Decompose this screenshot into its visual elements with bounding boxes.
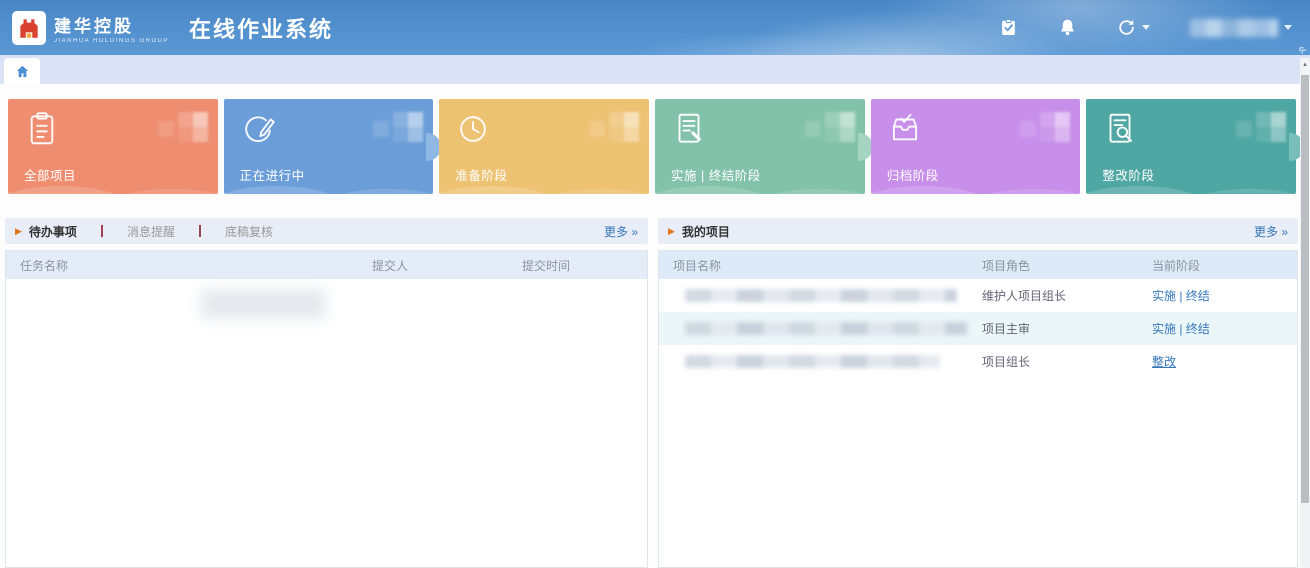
card-label: 准备阶段	[455, 165, 507, 184]
company-name: 建华控股	[54, 12, 169, 37]
projects-table: 项目名称 项目角色 当前阶段 维护人项目组长 实施 | 终结 项目主审 实施 |…	[658, 250, 1298, 568]
pencil-circle-icon	[239, 110, 277, 153]
card-preparation-phase[interactable]: 准备阶段	[439, 99, 649, 194]
home-icon	[15, 64, 30, 79]
censored-count	[609, 112, 639, 142]
censored-count	[825, 112, 855, 142]
scrollbar-thumb[interactable]	[1301, 75, 1309, 503]
refresh-group	[1117, 18, 1150, 37]
censored-count	[158, 121, 174, 137]
company-logo	[12, 11, 46, 45]
username-redacted[interactable]	[1190, 19, 1278, 37]
header-actions	[999, 0, 1292, 55]
column-submit-time: 提交时间	[522, 257, 647, 274]
triangle-bullet-icon: ▶	[15, 226, 22, 237]
column-project-role: 项目角色	[982, 257, 1152, 274]
brand: 建华控股 JIANHUA HOLDINGS GROUP 在线作业系统	[0, 11, 333, 45]
refresh-icon[interactable]	[1117, 18, 1136, 37]
document-search-icon	[1101, 110, 1139, 153]
tab-separator	[199, 225, 201, 237]
clipboard-list-icon	[23, 110, 61, 153]
censored-count	[589, 121, 605, 137]
card-label: 正在进行中	[240, 165, 305, 184]
phase-cards: 全部项目 正在进行中 准备阶段 实施 | 终结阶段	[8, 99, 1296, 194]
app-header: 建华控股 JIANHUA HOLDINGS GROUP 在线作业系统	[0, 0, 1310, 55]
vertical-scrollbar[interactable]: ▲	[1300, 58, 1310, 568]
censored-count	[178, 112, 208, 142]
project-role: 项目主审	[982, 320, 1152, 337]
projects-panel-header: ▶ 我的项目 更多 »	[658, 218, 1298, 244]
stage-link[interactable]: 实施 | 终结	[1152, 289, 1210, 303]
card-label: 实施 | 终结阶段	[671, 165, 761, 184]
clipboard-check-icon[interactable]	[999, 18, 1018, 37]
card-label: 全部项目	[24, 165, 76, 184]
projects-more-link[interactable]: 更多 »	[1254, 223, 1288, 240]
card-in-progress[interactable]: 正在进行中	[224, 99, 434, 194]
tab-draft-review[interactable]: 底稿复核	[225, 223, 273, 240]
todo-table-body	[6, 279, 647, 568]
censored-count	[1020, 121, 1036, 137]
project-role: 维护人项目组长	[982, 287, 1152, 304]
projects-panel: ▶ 我的项目 更多 » 项目名称 项目角色 当前阶段 维护人项目组长 实施 | …	[658, 218, 1298, 568]
castle-logo-icon	[16, 15, 42, 41]
todo-panel-header: ▶ 待办事项 消息提醒 底稿复核 更多 »	[5, 218, 648, 244]
stage-link[interactable]: 整改	[1152, 355, 1176, 369]
todo-panel: ▶ 待办事项 消息提醒 底稿复核 更多 » 任务名称 提交人 提交时间	[5, 218, 648, 568]
column-submitter: 提交人	[372, 257, 522, 274]
table-row[interactable]: 维护人项目组长 实施 | 终结	[659, 279, 1297, 312]
todo-table-header: 任务名称 提交人 提交时间	[6, 251, 647, 279]
tab-bar	[0, 55, 1310, 84]
document-gavel-icon	[670, 110, 708, 153]
bell-icon[interactable]	[1058, 18, 1077, 37]
card-rectification-phase[interactable]: 整改阶段	[1086, 99, 1296, 194]
project-name-redacted	[685, 322, 967, 335]
card-all-projects[interactable]: 全部项目	[8, 99, 218, 194]
triangle-bullet-icon: ▶	[668, 226, 675, 237]
tab-todo-items[interactable]: 待办事项	[29, 223, 77, 240]
user-menu[interactable]	[1190, 19, 1292, 37]
card-archive-phase[interactable]: 归档阶段	[871, 99, 1081, 194]
column-project-name: 项目名称	[659, 257, 982, 274]
clock-icon	[454, 110, 492, 153]
projects-table-header: 项目名称 项目角色 当前阶段	[659, 251, 1297, 279]
project-name-redacted	[685, 289, 957, 302]
tab-message-reminders[interactable]: 消息提醒	[127, 223, 175, 240]
page-title: 在线作业系统	[189, 12, 333, 44]
censored-count	[1236, 121, 1252, 137]
column-current-phase: 当前阶段	[1152, 257, 1297, 274]
tab-home[interactable]	[4, 58, 40, 84]
card-label: 整改阶段	[1102, 165, 1154, 184]
caret-down-icon[interactable]	[1142, 25, 1150, 30]
card-label: 归档阶段	[887, 165, 939, 184]
censored-count	[373, 121, 389, 137]
censored-count	[805, 121, 821, 137]
censored-count	[1040, 112, 1070, 142]
project-name-redacted	[685, 355, 940, 368]
stage-link[interactable]: 实施 | 终结	[1152, 322, 1210, 336]
card-implementation-phase[interactable]: 实施 | 终结阶段	[655, 99, 865, 194]
app-window: 建华控股 JIANHUA HOLDINGS GROUP 在线作业系统	[0, 0, 1310, 568]
caret-down-icon[interactable]	[1284, 25, 1292, 30]
table-row[interactable]: 项目组长 整改	[659, 345, 1297, 378]
redacted-content	[201, 289, 326, 319]
archive-check-icon	[886, 110, 924, 153]
column-task-name: 任务名称	[6, 257, 372, 274]
todo-table: 任务名称 提交人 提交时间	[5, 250, 648, 568]
company-name-en: JIANHUA HOLDINGS GROUP	[54, 38, 169, 44]
todo-more-link[interactable]: 更多 »	[604, 223, 638, 240]
projects-panel-title: 我的项目	[682, 223, 730, 240]
brand-text: 建华控股 JIANHUA HOLDINGS GROUP	[54, 12, 169, 44]
tab-separator	[101, 225, 103, 237]
project-role: 项目组长	[982, 353, 1152, 370]
table-row[interactable]: 项目主审 实施 | 终结	[659, 312, 1297, 345]
scroll-up-arrow-icon[interactable]: ▲	[1300, 58, 1310, 72]
censored-count	[393, 112, 423, 142]
censored-count	[1256, 112, 1286, 142]
